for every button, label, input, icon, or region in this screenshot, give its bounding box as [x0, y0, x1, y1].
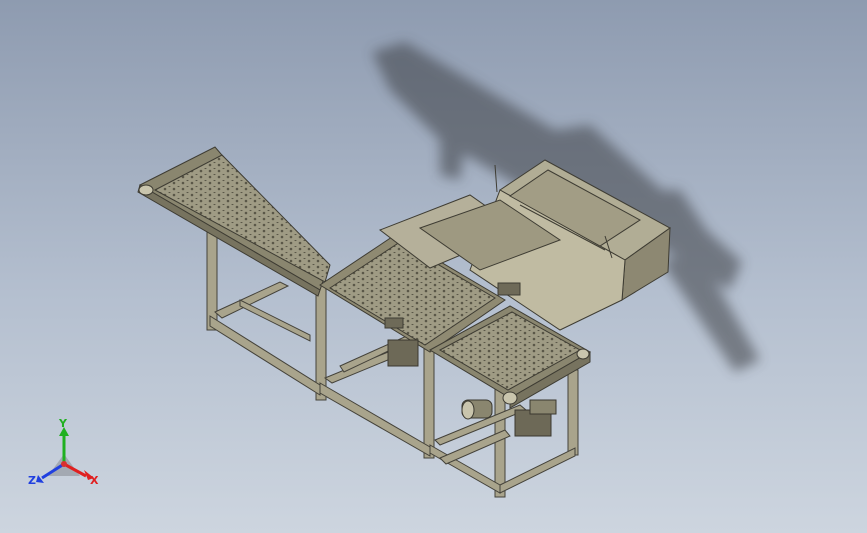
triad-origin — [61, 461, 67, 467]
view-orientation-triad: Y X Z — [26, 418, 106, 498]
y-axis-label: Y — [59, 417, 67, 430]
conveyor-assembly-model[interactable] — [0, 0, 867, 533]
graphics-viewport[interactable]: Y X Z — [0, 0, 867, 533]
incline-conveyor — [137, 146, 331, 297]
z-axis-label: Z — [28, 474, 36, 487]
x-axis-label: X — [90, 474, 99, 487]
